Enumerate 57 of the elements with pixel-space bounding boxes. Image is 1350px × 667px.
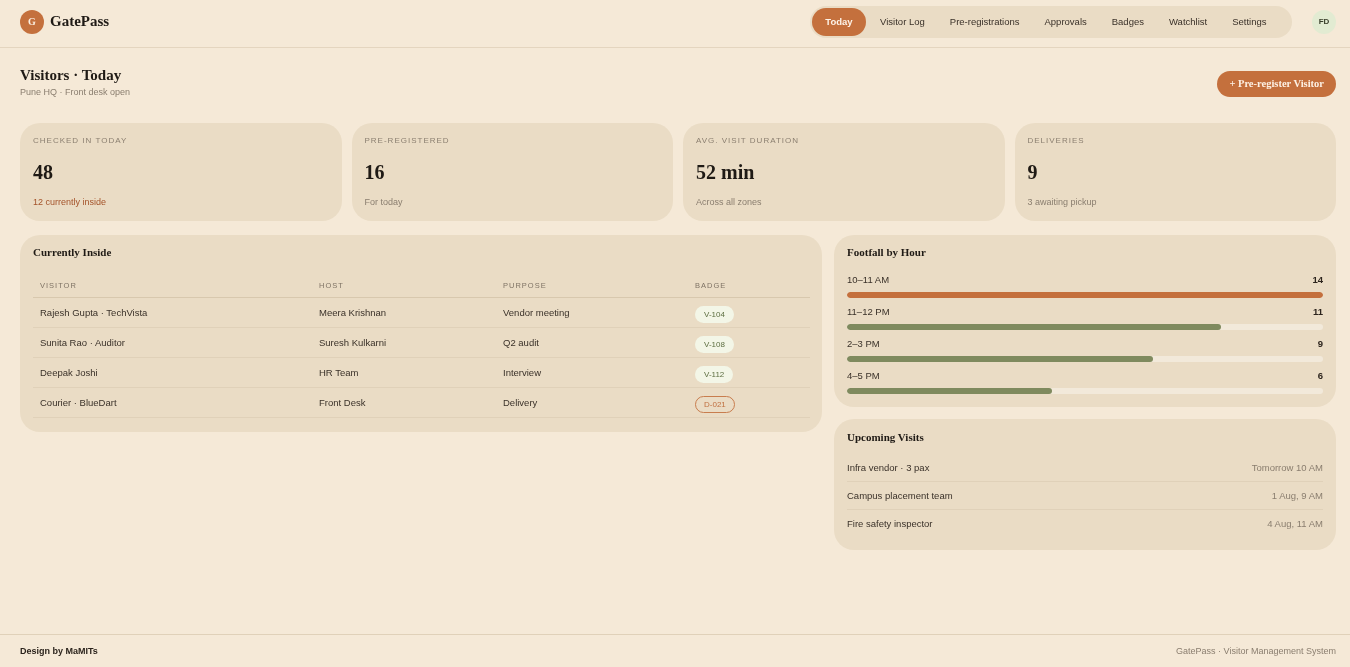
nav-tab[interactable]: Watchlist	[1156, 7, 1220, 36]
visit-name: Infra vendor · 3 pax	[847, 462, 930, 473]
nav-tab[interactable]: Visitor Log	[867, 7, 938, 36]
visitor-cell-text: Rajesh Gupta · TechVista	[39, 307, 148, 318]
purpose-cell-text: Vendor meeting	[502, 307, 570, 318]
hour-label: 2–3 PM	[847, 338, 880, 350]
card-title: Footfall by Hour	[847, 245, 927, 259]
visitor-count: 6	[1317, 370, 1323, 382]
nav-tab[interactable]: Badges	[1099, 7, 1157, 36]
badge-tag: V-112	[695, 365, 734, 383]
visit-name: Fire safety inspector	[847, 518, 933, 529]
stat-value: 16	[364, 160, 386, 184]
footer-credit: Design by MaMITs	[20, 646, 98, 656]
visitor-count: 11	[1312, 306, 1323, 318]
nav-tab[interactable]: Settings	[1219, 7, 1279, 36]
host-cell-text: Front Desk	[318, 397, 366, 408]
nav-tab[interactable]: Pre-registrations	[937, 7, 1032, 36]
stat-label: PRE-REGISTERED	[364, 136, 451, 146]
host-cell-text: Suresh Kulkarni	[318, 337, 387, 348]
visitor-count: 14	[1312, 274, 1323, 286]
visit-name: Campus placement team	[847, 490, 953, 501]
logo-mark: G	[20, 9, 44, 34]
page-subtitle: Pune HQ · Front desk open	[20, 87, 131, 97]
purpose-cell-text: Delivery	[502, 397, 538, 408]
visitor-cell-text: Sunita Rao · Auditor	[39, 337, 126, 348]
stat-label: AVG. VISIT DURATION	[696, 136, 800, 146]
badge-tag: V-108	[695, 335, 734, 353]
visitor-cell-text: Deepak Joshi	[39, 367, 98, 378]
page-title: Visitors · Today	[20, 66, 123, 84]
badge-tag: V-104	[695, 305, 734, 323]
stat-note: Across all zones	[696, 196, 763, 208]
footer-product: GatePass · Visitor Management System	[1176, 646, 1336, 656]
host-cell-text: Meera Krishnan	[318, 307, 387, 318]
purpose-cell-text: Q2 audit	[502, 337, 539, 348]
brand-name: GatePass	[50, 13, 110, 30]
stat-note: 12 currently inside	[33, 196, 108, 208]
visit-time: 1 Aug, 9 AM	[1271, 490, 1323, 501]
card-title: Currently Inside	[33, 245, 113, 259]
card-title: Upcoming Visits	[847, 430, 925, 444]
stat-note: 3 awaiting pickup	[1027, 196, 1098, 208]
visit-time: Tomorrow 10 AM	[1251, 462, 1323, 473]
visit-time: 4 Aug, 11 AM	[1267, 518, 1323, 529]
hour-label: 4–5 PM	[847, 370, 880, 382]
stat-value: 52 min	[696, 160, 756, 184]
stat-label: CHECKED IN TODAY	[33, 136, 129, 146]
purpose-cell-text: Interview	[502, 367, 541, 378]
stat-note: For today	[364, 196, 404, 208]
hour-label: 10–11 AM	[847, 274, 890, 286]
user-avatar[interactable]: FD	[1312, 9, 1336, 34]
stat-value: 48	[33, 160, 54, 184]
visitor-count: 9	[1317, 338, 1323, 350]
stat-label: DELIVERIES	[1027, 136, 1086, 146]
host-cell-text: HR Team	[318, 367, 359, 378]
hour-label: 11–12 PM	[847, 306, 890, 318]
visitor-cell-text: Courier · BlueDart	[39, 397, 117, 408]
nav-tab[interactable]: Approvals	[1032, 7, 1100, 36]
stat-value: 9	[1027, 160, 1039, 184]
